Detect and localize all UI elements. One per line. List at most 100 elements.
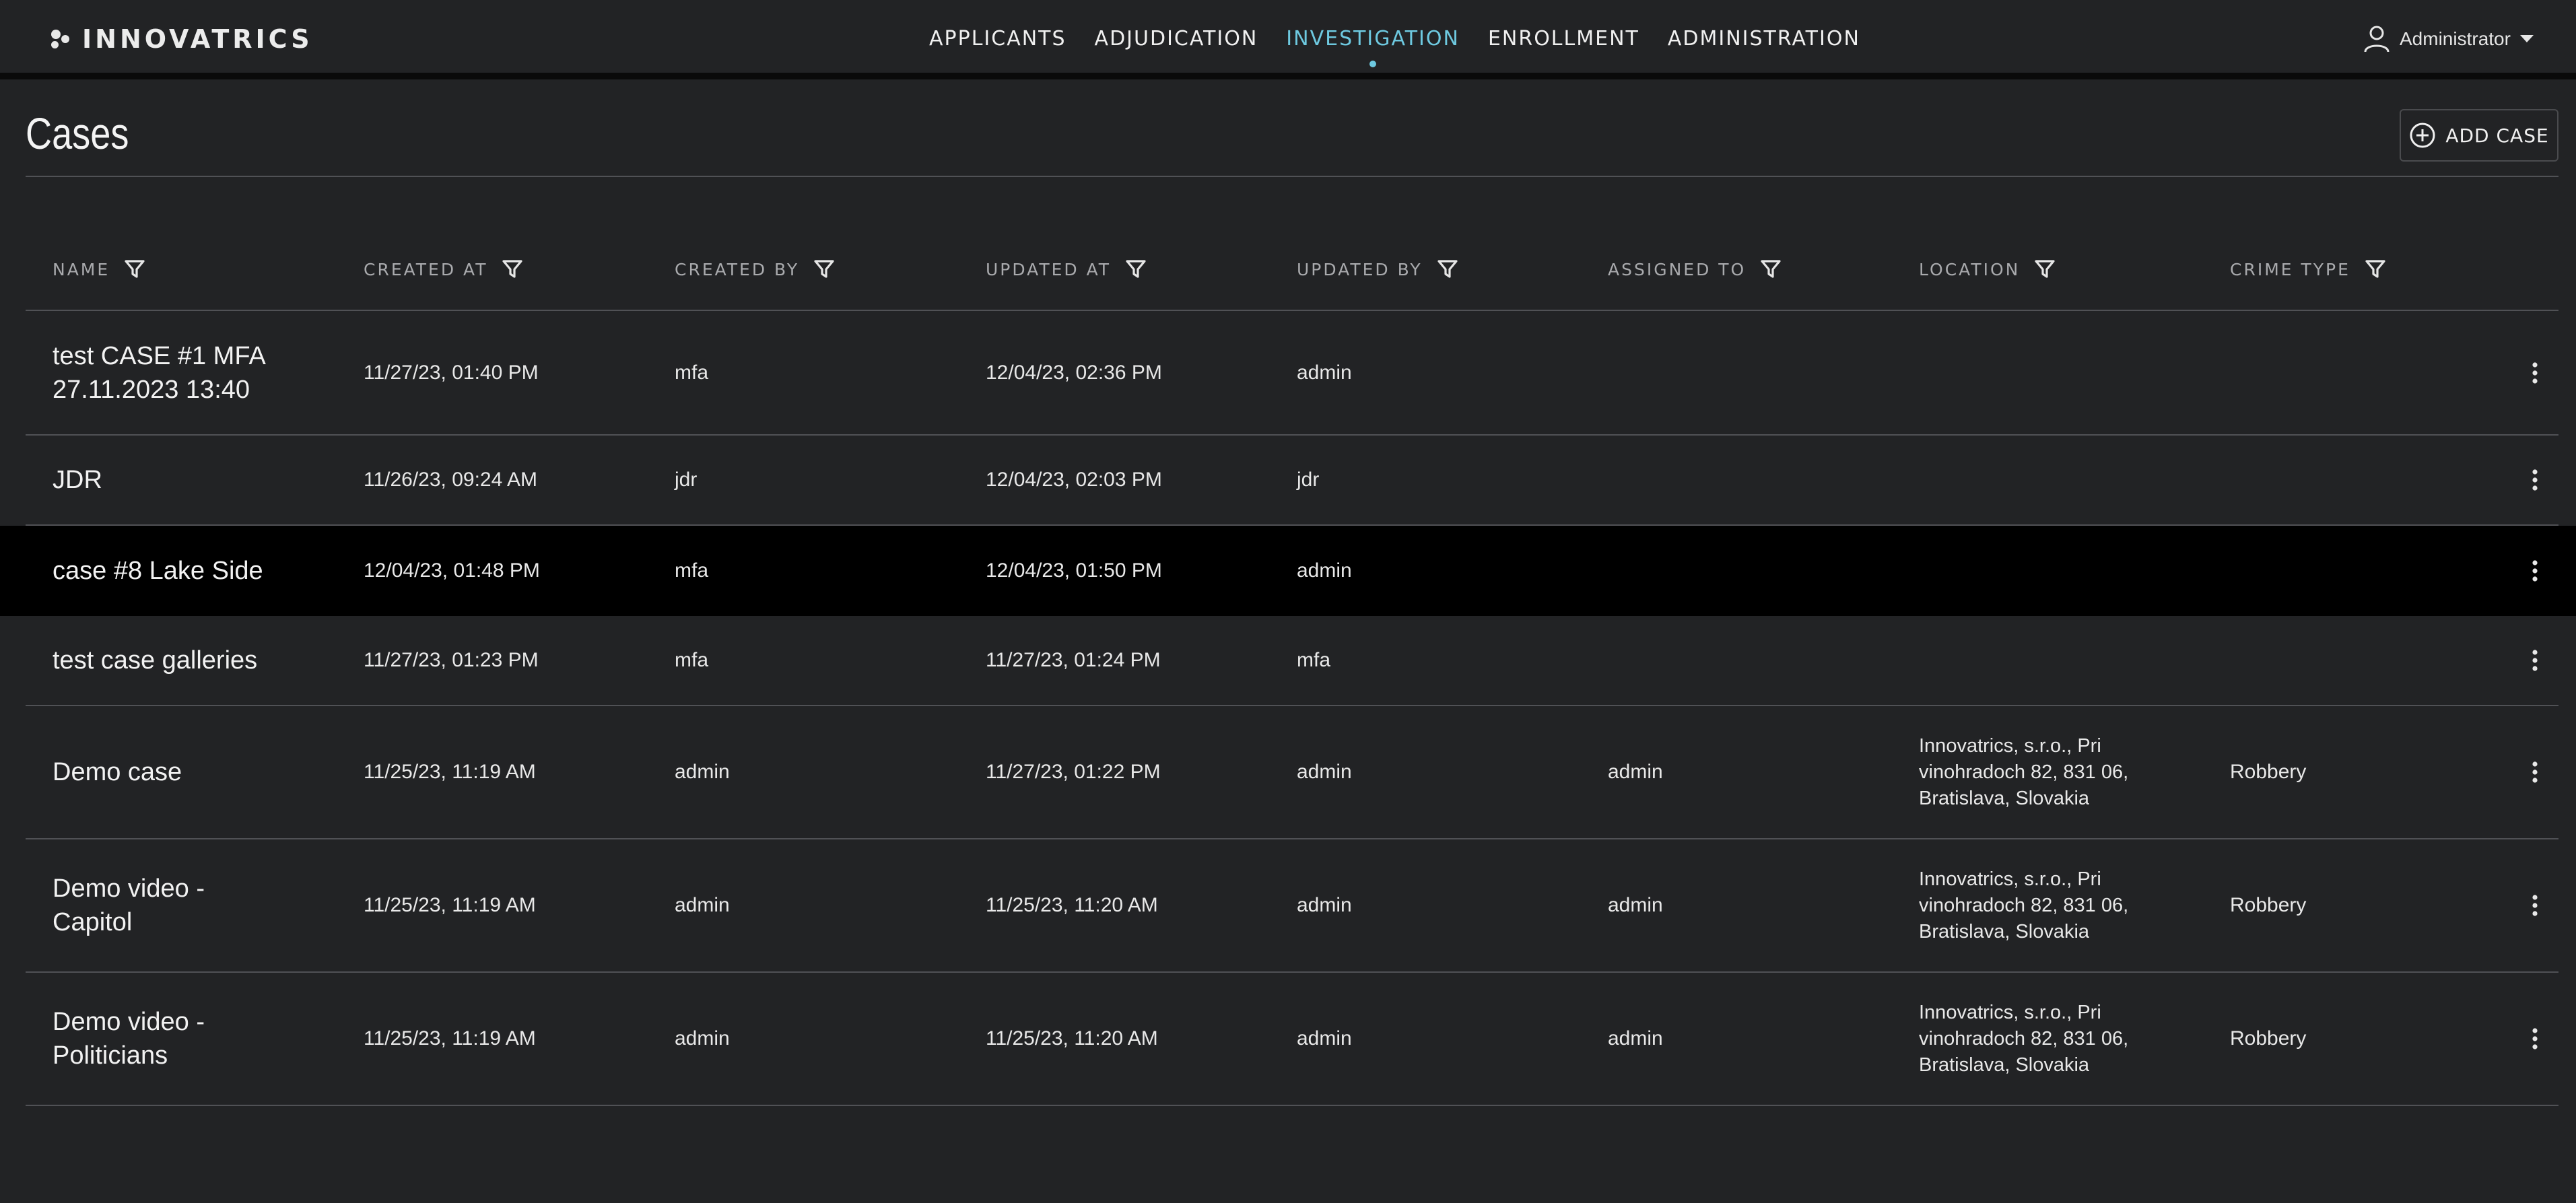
cell-line: test case galleries [53, 646, 258, 675]
cell-created-at: 11/25/23, 11:19 AM [364, 761, 536, 783]
page-title: Cases [26, 108, 129, 158]
cell-assigned-to: admin [1608, 761, 1663, 783]
filter-icon[interactable] [2035, 259, 2055, 279]
cell-crime-type: Robbery [2230, 894, 2307, 916]
add-case-button[interactable]: ADD CASE [2400, 109, 2558, 162]
nav-applicants[interactable]: APPLICANTS [929, 20, 1066, 61]
plus-circle-icon [2409, 122, 2436, 149]
more-options-icon[interactable] [2532, 436, 2538, 524]
cell-crime-type: Robbery [2230, 761, 2307, 783]
cell-line: Bratislava, Slovakia [1919, 787, 2090, 809]
column-header-name: NAME [53, 249, 145, 289]
column-header-label: NAME [53, 259, 110, 279]
cell-assigned-to: admin [1608, 1027, 1663, 1050]
cell-created-by: admin [675, 761, 730, 783]
main-nav: APPLICANTS ADJUDICATION INVESTIGATION EN… [929, 20, 1860, 67]
cell-created-at: 11/27/23, 01:23 PM [364, 649, 539, 671]
chevron-down-icon [2519, 35, 2534, 43]
cell-line: vinohradoch 82, 831 06, [1919, 1027, 2129, 1050]
column-header-label: CREATED BY [675, 259, 800, 279]
table-row[interactable]: case #8 Lake Side 12/04/23, 01:48 PM mfa 12… [0, 526, 2576, 616]
filter-icon[interactable] [125, 259, 145, 279]
cell-updated-by: admin [1297, 1027, 1352, 1050]
cell-updated-by: admin [1297, 761, 1352, 783]
cell-assigned-to: admin [1608, 894, 1663, 916]
cell-created-by: mfa [675, 559, 709, 582]
column-header-label: ASSIGNED TO [1608, 259, 1747, 279]
cell-updated-at: 11/25/23, 11:20 AM [986, 894, 1158, 916]
cell-name: Demo video - Capitol [53, 839, 205, 971]
filter-icon[interactable] [1761, 259, 1781, 279]
top-bar: INNOVATRICS APPLICANTS ADJUDICATION INVE… [0, 0, 2576, 79]
column-header-updated-at: UPDATED AT [986, 249, 1146, 289]
cell-name: Demo case [53, 706, 182, 838]
cell-created-by: mfa [675, 649, 709, 671]
column-header-label: CREATED AT [364, 259, 488, 279]
user-menu[interactable]: Administrator [2363, 22, 2534, 57]
cell-line: Innovatrics, s.r.o., Pri [1919, 1001, 2101, 1023]
cell-updated-at: 12/04/23, 02:03 PM [986, 469, 1162, 491]
table-row[interactable]: test CASE #1 MFA 27.11.2023 13:40 11/27/23… [26, 312, 2558, 436]
column-header-label: UPDATED AT [986, 259, 1112, 279]
table-header: NAME CREATED AT CREATED BY UPDATED AT UPDATE… [26, 249, 2558, 311]
nav-enrollment[interactable]: ENROLLMENT [1488, 20, 1639, 61]
column-header-created-at: CREATED AT [364, 249, 523, 289]
cell-created-at: 11/25/23, 11:19 AM [364, 1027, 536, 1050]
more-options-icon[interactable] [2532, 312, 2538, 434]
cell-created-by: admin [675, 1027, 730, 1050]
cell-line: 27.11.2023 13:40 [53, 376, 250, 404]
cell-line: test CASE #1 MFA [53, 342, 266, 370]
cell-updated-by: mfa [1297, 649, 1331, 671]
column-header-label: UPDATED BY [1297, 259, 1423, 279]
column-header-updated-by: UPDATED BY [1297, 249, 1458, 289]
more-options-icon[interactable] [2532, 973, 2538, 1105]
cell-name: JDR [53, 436, 102, 524]
cell-line: Bratislava, Slovakia [1919, 920, 2090, 942]
filter-icon[interactable] [1437, 259, 1458, 279]
cell-created-at: 11/27/23, 01:40 PM [364, 362, 539, 384]
column-header-crime-type: CRIME TYPE [2230, 249, 2385, 289]
cell-crime-type: Robbery [2230, 1027, 2307, 1050]
table-row[interactable]: Demo video - Capitol 11/25/23, 11:19 AM adm… [26, 839, 2558, 973]
table-row[interactable]: Demo video - Politicians 11/25/23, 11:19 A… [26, 973, 2558, 1106]
cell-updated-by: jdr [1297, 469, 1320, 491]
more-options-icon[interactable] [2532, 839, 2538, 971]
logo-mark-icon [51, 27, 71, 51]
nav-investigation[interactable]: INVESTIGATION [1286, 20, 1460, 67]
cell-updated-at: 11/25/23, 11:20 AM [986, 1027, 1158, 1050]
table-row[interactable]: JDR 11/26/23, 09:24 AM jdr 12/04/23, 02:03 … [26, 436, 2558, 526]
cell-name: Demo video - Politicians [53, 973, 205, 1105]
cell-created-by: mfa [675, 362, 709, 384]
user-icon [2363, 25, 2390, 53]
filter-icon[interactable] [814, 259, 834, 279]
filter-icon[interactable] [1126, 259, 1146, 279]
brand-name: INNOVATRICS [82, 24, 313, 54]
cell-updated-at: 11/27/23, 01:22 PM [986, 761, 1161, 783]
nav-adjudication[interactable]: ADJUDICATION [1095, 20, 1258, 61]
nav-administration[interactable]: ADMINISTRATION [1668, 20, 1860, 61]
cell-line: Demo video - [53, 874, 205, 903]
cell-line: case #8 Lake Side [53, 557, 263, 585]
filter-icon[interactable] [502, 259, 523, 279]
more-options-icon[interactable] [2532, 526, 2538, 616]
cell-line: vinohradoch 82, 831 06, [1919, 894, 2129, 916]
cell-updated-by: admin [1297, 362, 1352, 384]
cell-line: vinohradoch 82, 831 06, [1919, 761, 2129, 783]
table-row[interactable]: test case galleries 11/27/23, 01:23 PM mfa… [26, 616, 2558, 706]
brand-logo[interactable]: INNOVATRICS [51, 23, 313, 55]
cell-created-by: jdr [675, 469, 698, 491]
cell-line: Politicians [53, 1041, 168, 1070]
more-options-icon[interactable] [2532, 616, 2538, 705]
table-row[interactable]: Demo case 11/25/23, 11:19 AM admin 11/27/23… [26, 706, 2558, 839]
cell-updated-at: 12/04/23, 01:50 PM [986, 559, 1162, 582]
column-header-location: LOCATION [1919, 249, 2055, 289]
column-header-label: LOCATION [1919, 259, 2021, 279]
column-header-label: CRIME TYPE [2230, 259, 2350, 279]
cell-line: Innovatrics, s.r.o., Pri [1919, 868, 2101, 890]
cell-line: Capitol [53, 908, 133, 936]
cell-created-by: admin [675, 894, 730, 916]
more-options-icon[interactable] [2532, 706, 2538, 838]
column-header-assigned-to: ASSIGNED TO [1608, 249, 1781, 289]
filter-icon[interactable] [2365, 259, 2385, 279]
cell-line: Demo case [53, 758, 182, 786]
